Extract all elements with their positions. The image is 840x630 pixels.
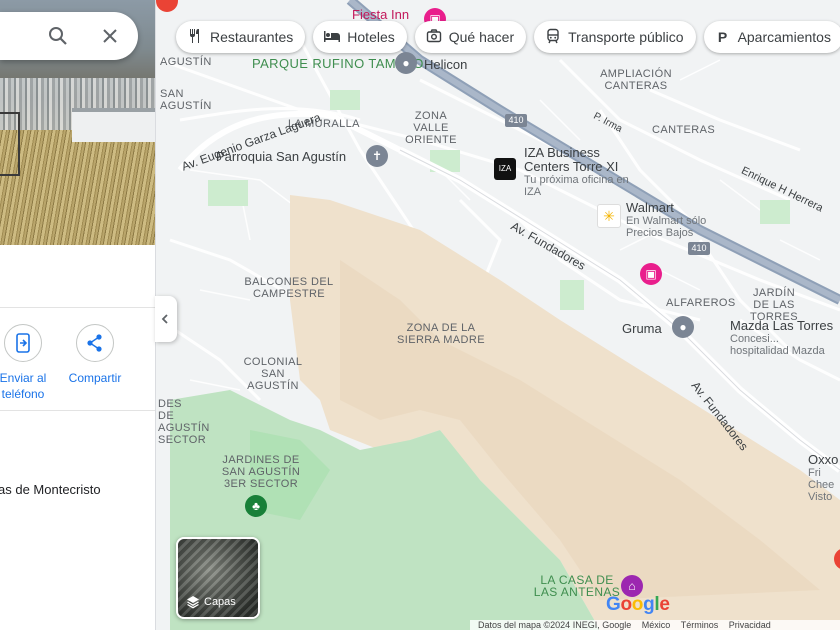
highway-shield: 410 [505, 114, 527, 127]
share-icon [76, 324, 114, 362]
layers-label: Capas [204, 596, 236, 608]
poi-gruma[interactable]: Gruma [622, 320, 662, 338]
area-label-valle-oriente: ZONA VALLE ORIENTE [405, 110, 457, 146]
panel-divider [0, 410, 155, 411]
send-to-phone-icon [4, 324, 42, 362]
area-label-jardines-san-agustin: JARDINES DE SAN AGUSTÍN 3ER SECTOR [221, 454, 301, 490]
area-label-ampliacion-canteras: AMPLIACIÓN CANTERAS [600, 68, 672, 92]
gruma-pin[interactable]: ● [672, 316, 694, 338]
hotel-icon [323, 28, 341, 46]
chip-things-to-do[interactable]: Qué hacer [414, 21, 527, 53]
chip-transit[interactable]: Transporte público [534, 21, 696, 53]
search-input[interactable] [0, 12, 44, 62]
collapse-panel-button[interactable] [155, 296, 177, 342]
search-icon[interactable] [46, 24, 70, 48]
church-icon[interactable]: ✝ [366, 145, 388, 167]
google-logo: Google [606, 594, 670, 615]
area-label-sierra-madre: ZONA DE LA SIERRA MADRE [397, 322, 485, 346]
send-to-phone-label: Enviar al teléfono [0, 371, 47, 401]
footer-terms[interactable]: Términos [681, 620, 719, 630]
poi-parroquia[interactable]: Parroquia San Agustín [216, 148, 346, 166]
area-label-agustin: AGUSTÍN [160, 56, 212, 68]
footer-privacy[interactable]: Privacidad [729, 620, 771, 630]
area-label-balcones: BALCONES DEL CAMPESTRE [244, 276, 334, 300]
area-label-canteras: CANTERAS [652, 124, 716, 136]
panel-divider [0, 307, 155, 308]
layers-icon [187, 596, 199, 609]
restaurant-icon [186, 28, 204, 46]
map-footer: Datos del mapa ©2024 INEGI, Google Méxic… [470, 620, 840, 630]
chip-restaurants[interactable]: Restaurantes [176, 21, 306, 53]
poi-iza[interactable]: IZA Business Centers Torre XI Tu próxima… [524, 146, 644, 199]
transit-icon [544, 28, 562, 46]
photo-building [72, 112, 155, 142]
chip-hotels[interactable]: Hoteles [313, 21, 407, 53]
layers-button[interactable]: Capas [176, 537, 260, 619]
shopping-pin-icon[interactable]: ▣ [640, 263, 662, 285]
poi-helicon[interactable]: Helicon [424, 56, 467, 74]
area-label-des-sector: DES DE AGUSTÍN SECTOR [158, 398, 210, 446]
highway-shield: 410 [688, 242, 710, 255]
area-label-alfareros: ALFAREROS [666, 297, 736, 309]
helicon-pin[interactable]: ● [395, 52, 417, 74]
area-label-colonial-san-agustin: COLONIAL SAN AGUSTÍN [243, 356, 303, 392]
place-side-panel: Enviar al teléfono Compartir as de Monte… [0, 0, 156, 630]
category-chip-bar: Restaurantes Hoteles Qué hacer Transport… [176, 21, 840, 53]
photo-hillside [0, 130, 155, 245]
close-icon[interactable] [98, 24, 122, 48]
poi-mazda[interactable]: Mazda Las Torres Concesi... hospitalidad… [730, 318, 840, 357]
footer-country[interactable]: México [642, 620, 671, 630]
parking-icon: P [717, 29, 728, 45]
camera-icon [425, 28, 443, 46]
chevron-left-icon [161, 314, 168, 324]
poi-walmart[interactable]: Walmart En Walmart sólo Precios Bajos [626, 200, 726, 239]
poi-oxxo[interactable]: Oxxo Fri Chee Visto [808, 452, 840, 503]
walmart-icon[interactable]: ✳ [597, 204, 621, 228]
map-copyright: Datos del mapa ©2024 INEGI, Google [478, 620, 632, 630]
chip-parking[interactable]: P Aparcamientos [703, 21, 840, 53]
park-icon[interactable]: ♣ [245, 495, 267, 517]
send-to-phone-button[interactable]: Enviar al teléfono [0, 324, 58, 402]
share-button[interactable]: Compartir [62, 324, 128, 386]
iza-logo-icon[interactable]: IZA [494, 158, 516, 180]
share-label: Compartir [68, 371, 122, 385]
area-label-san-agustin: SAN AGUSTÍN [160, 88, 212, 112]
layers-label-group: Capas [186, 595, 236, 609]
search-box[interactable] [0, 12, 138, 62]
photo-sign-frame [0, 112, 20, 176]
place-address: as de Montecristo [0, 482, 101, 497]
